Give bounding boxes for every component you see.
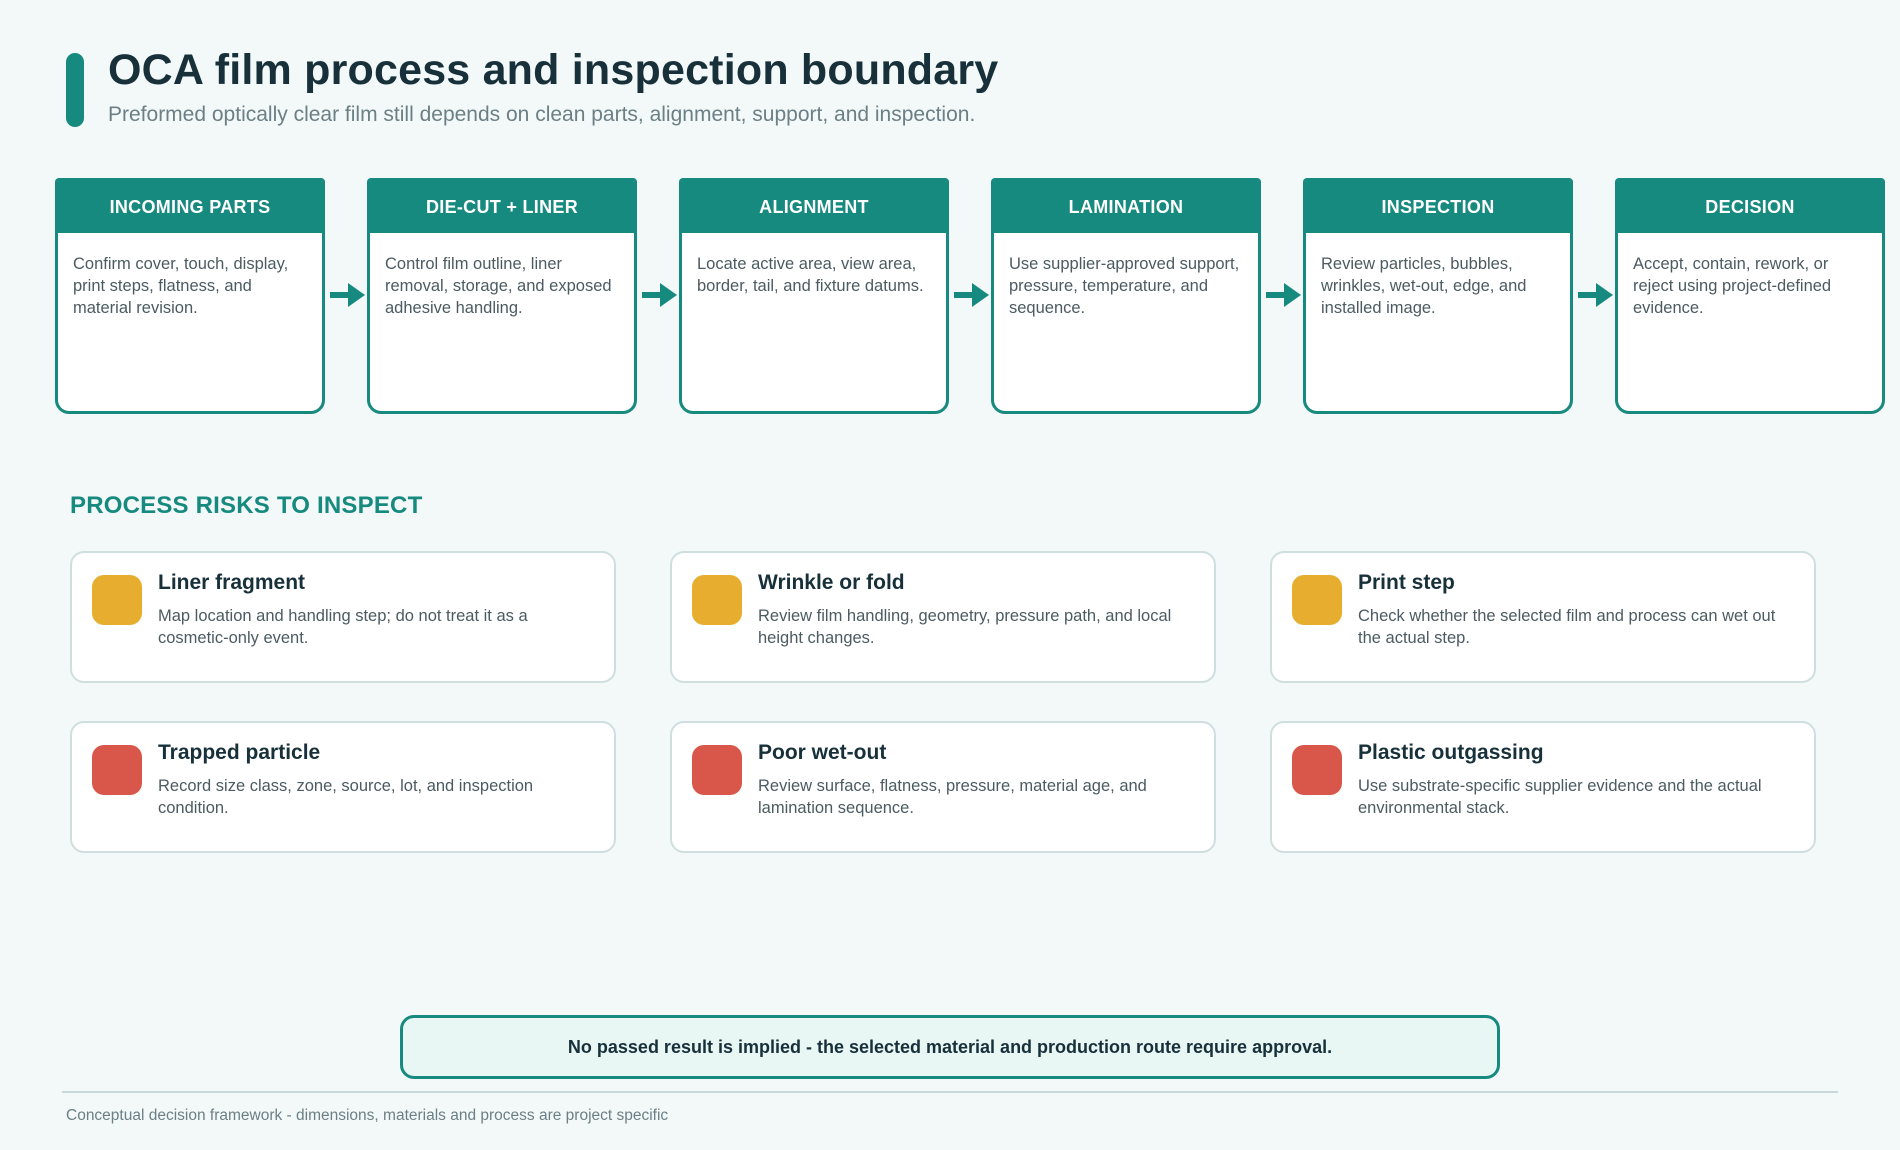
risk-card-trapped-particle: Trapped particle Record size class, zone… (70, 721, 616, 853)
risk-description: Use substrate-specific supplier evidence… (1358, 777, 1762, 817)
step-decision: DECISION Accept, contain, rework, or rej… (1615, 178, 1885, 414)
risk-card-liner-fragment: Liner fragment Map location and handling… (70, 551, 616, 683)
step-description: Review particles, bubbles, wrinkles, wet… (1321, 255, 1527, 317)
risk-title: Plastic outgassing (1358, 741, 1544, 764)
risk-card-poor-wet-out: Poor wet-out Review surface, flatness, p… (670, 721, 1216, 853)
risk-card-wrinkle-or-fold: Wrinkle or fold Review film handling, ge… (670, 551, 1216, 683)
risk-description: Review film handling, geometry, pressure… (758, 607, 1172, 647)
step-title: INSPECTION (1306, 181, 1570, 233)
step-description: Locate active area, view area, border, t… (697, 255, 924, 295)
footer-divider (62, 1091, 1838, 1093)
title-accent-bar (66, 53, 84, 127)
risk-title: Trapped particle (158, 741, 321, 764)
risk-description: Review surface, flatness, pressure, mate… (758, 777, 1147, 817)
risk-title: Poor wet-out (758, 741, 887, 764)
risk-card-plastic-outgassing: Plastic outgassing Use substrate-specifi… (1270, 721, 1816, 853)
step-alignment: ALIGNMENT Locate active area, view area,… (679, 178, 949, 414)
process-flow: INCOMING PARTS Confirm cover, touch, dis… (55, 178, 1885, 414)
step-inspection: INSPECTION Review particles, bubbles, wr… (1303, 178, 1573, 414)
page-subtitle: Preformed optically clear film still dep… (108, 103, 976, 126)
risk-description: Check whether the selected film and proc… (1358, 607, 1776, 647)
arrow-right-icon (1266, 283, 1301, 307)
step-lamination: LAMINATION Use supplier-approved support… (991, 178, 1261, 414)
danger-severity-icon (1292, 745, 1342, 795)
arrow-right-icon (954, 283, 989, 307)
arrow-right-icon (642, 283, 677, 307)
arrow-right-icon (330, 283, 365, 307)
page-title: OCA film process and inspection boundary (108, 46, 999, 94)
step-description: Use supplier-approved support, pressure,… (1009, 255, 1240, 317)
risk-title: Liner fragment (158, 571, 306, 594)
footer-text: Conceptual decision framework - dimensio… (66, 1107, 669, 1124)
step-description: Accept, contain, rework, or reject using… (1633, 255, 1832, 317)
approval-note: No passed result is implied - the select… (400, 1015, 1500, 1079)
step-title: LAMINATION (994, 181, 1258, 233)
step-description: Confirm cover, touch, display, print ste… (73, 255, 289, 317)
risk-section-heading: PROCESS RISKS TO INSPECT (70, 492, 423, 519)
step-title: DIE-CUT + LINER (370, 181, 634, 233)
step-die-cut-liner: DIE-CUT + LINER Control film outline, li… (367, 178, 637, 414)
danger-severity-icon (92, 745, 142, 795)
warning-severity-icon (692, 575, 742, 625)
risk-description: Record size class, zone, source, lot, an… (158, 777, 534, 817)
step-title: INCOMING PARTS (58, 181, 322, 233)
arrow-right-icon (1578, 283, 1613, 307)
step-incoming-parts: INCOMING PARTS Confirm cover, touch, dis… (55, 178, 325, 414)
step-description: Control film outline, liner removal, sto… (385, 255, 612, 317)
step-title: ALIGNMENT (682, 181, 946, 233)
risk-title: Wrinkle or fold (758, 571, 905, 594)
risk-card-print-step: Print step Check whether the selected fi… (1270, 551, 1816, 683)
risk-title: Print step (1358, 571, 1455, 594)
warning-severity-icon (1292, 575, 1342, 625)
step-title: DECISION (1618, 181, 1882, 233)
risk-description: Map location and handling step; do not t… (158, 607, 528, 647)
danger-severity-icon (692, 745, 742, 795)
warning-severity-icon (92, 575, 142, 625)
